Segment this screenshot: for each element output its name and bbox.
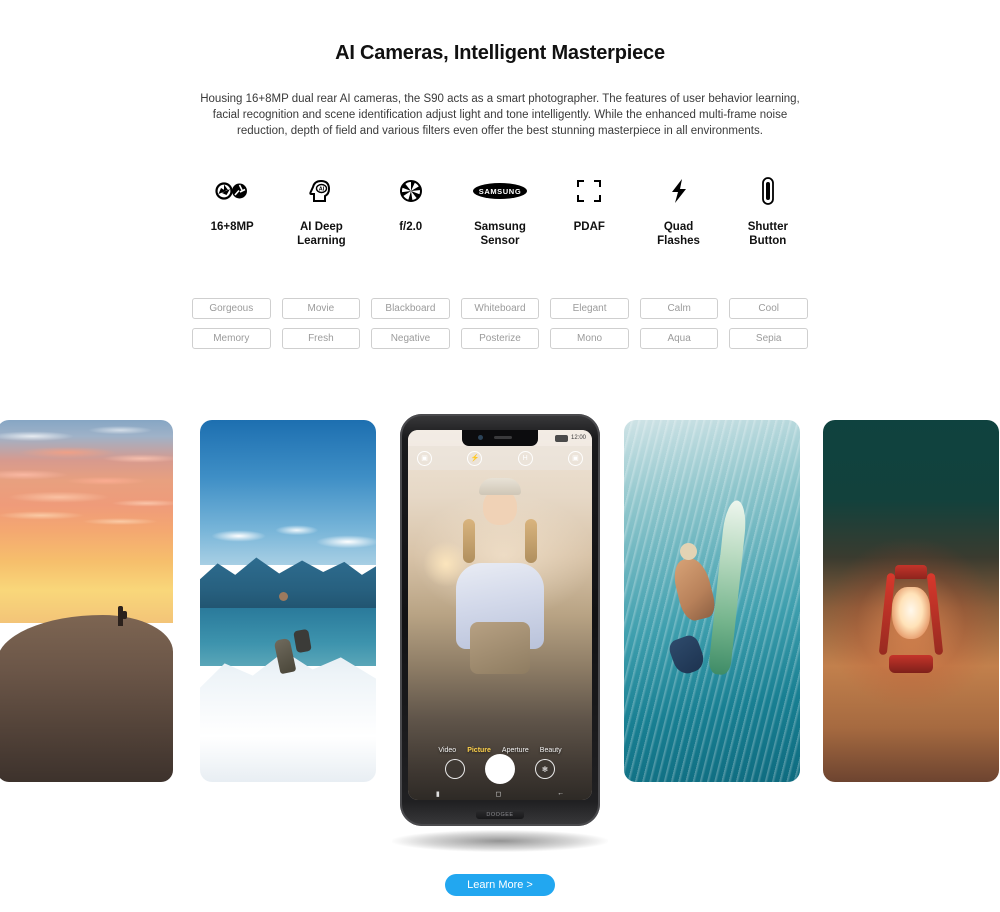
camera-preview-image [408, 430, 592, 800]
aperture-icon [399, 175, 423, 207]
svg-text:SAMSUNG: SAMSUNG [479, 187, 522, 196]
lantern-top [895, 564, 927, 579]
underwater-surfer-photo [624, 420, 800, 782]
recents-icon[interactable]: ▮ [436, 790, 440, 798]
learn-more-button[interactable]: Learn More > [445, 874, 555, 896]
subject-hair-right [524, 518, 537, 563]
feature-item-16-8mp: 16+8MP [188, 175, 277, 248]
feature-item-aperture: f/2.0 [366, 175, 455, 248]
dual-aperture-icon [215, 175, 249, 207]
gallery-thumbnail-button[interactable] [445, 759, 465, 779]
filter-chip-gorgeous[interactable]: Gorgeous [192, 298, 271, 319]
earpiece-speaker [494, 436, 512, 439]
camera-controls: ❄ [408, 752, 592, 786]
home-icon[interactable]: ◻ [496, 790, 502, 798]
page-description: Housing 16+8MP dual rear AI cameras, the… [200, 93, 800, 137]
cloud-layer [200, 506, 376, 565]
camera-top-toolbar: ▣ ⚡ H ▣ [408, 446, 592, 470]
feature-label: 16+8MP [210, 221, 254, 233]
cta-container: Learn More > [0, 874, 1000, 896]
android-nav-bar: ▮ ◻ ← [408, 787, 592, 800]
lantern-base [889, 654, 933, 673]
filter-button[interactable]: ❄ [535, 759, 555, 779]
hiker-silhouette [118, 606, 128, 627]
phone-brand-logo: DOOGEE [476, 810, 524, 819]
filter-chip-movie[interactable]: Movie [281, 298, 361, 319]
status-clock: 12:00 [570, 435, 586, 441]
svg-text:AI: AI [319, 187, 325, 193]
filter-chip-negative[interactable]: Negative [371, 328, 450, 349]
filter-chip-posterize[interactable]: Posterize [460, 328, 540, 349]
cloud-layer [0, 420, 173, 623]
feature-item-quad-flashes: Quad Flashes [634, 175, 723, 248]
feature-item-samsung-sensor: SAMSUNG Samsung Sensor [455, 175, 544, 248]
switch-camera-icon[interactable]: ▣ [567, 450, 583, 466]
filter-chip-cool[interactable]: Cool [729, 298, 808, 319]
feature-list: 16+8MP AI AI Deep Learning f/2.0 SAMSUNG [188, 175, 813, 248]
feature-item-ai-deep-learning: AI AI Deep Learning [277, 175, 366, 248]
filter-chip-whiteboard[interactable]: Whiteboard [460, 298, 540, 319]
subject-cap [479, 478, 521, 496]
lantern-body [878, 564, 944, 673]
mountain-hiker-photo [200, 420, 376, 782]
filter-chip-memory[interactable]: Memory [192, 328, 271, 349]
back-icon[interactable]: ← [557, 790, 564, 797]
shutter-button[interactable] [485, 754, 515, 784]
filter-chip-grid: Gorgeous Movie Blackboard Whiteboard Ele… [192, 298, 808, 349]
feature-label: Shutter Button [747, 221, 788, 247]
phone-screen: 12:00 ▣ ⚡ H ▣ Video Picture Aperture Bea… [408, 430, 592, 800]
filter-chip-mono[interactable]: Mono [550, 328, 629, 349]
feature-label: Quad Flashes [657, 221, 700, 247]
feature-label: Samsung Sensor [474, 221, 526, 247]
battery-icon [554, 434, 568, 442]
dune-shape [0, 615, 173, 782]
samsung-logo-icon: SAMSUNG [472, 175, 528, 207]
phone-drop-shadow [392, 830, 608, 852]
subject-hair-left [463, 518, 476, 563]
desert-sunset-photo [0, 420, 173, 782]
lightning-bolt-icon [669, 175, 689, 207]
filter-chip-sepia[interactable]: Sepia [729, 328, 808, 349]
subject-backpack [470, 622, 530, 675]
display-notch [462, 430, 538, 446]
hdr-icon[interactable]: H [517, 450, 533, 466]
ai-head-icon: AI [308, 175, 334, 207]
filter-chip-blackboard[interactable]: Blackboard [371, 298, 450, 319]
feature-item-shutter-button: Shutter Button [723, 175, 812, 248]
filter-chip-aqua[interactable]: Aqua [639, 328, 719, 349]
feature-label: AI Deep Learning [297, 221, 346, 247]
page-title: AI Cameras, Intelligent Masterpiece [335, 42, 665, 64]
filter-chip-calm[interactable]: Calm [639, 298, 719, 319]
lantern-glass [892, 586, 930, 639]
red-lantern-photo [823, 420, 999, 782]
scene-mode-icon[interactable]: ▣ [417, 450, 432, 466]
phone-device: 12:00 ▣ ⚡ H ▣ Video Picture Aperture Bea… [400, 414, 600, 826]
feature-item-pdaf: PDAF [545, 175, 634, 248]
flash-icon[interactable]: ⚡ [467, 450, 483, 466]
filter-chip-fresh[interactable]: Fresh [281, 328, 361, 349]
front-camera-icon [478, 435, 483, 440]
feature-label: f/2.0 [399, 221, 423, 233]
filter-chip-elegant[interactable]: Elegant [550, 298, 629, 319]
focus-brackets-icon [576, 175, 602, 207]
feature-label: PDAF [573, 221, 605, 233]
shutter-pill-icon [761, 175, 775, 207]
